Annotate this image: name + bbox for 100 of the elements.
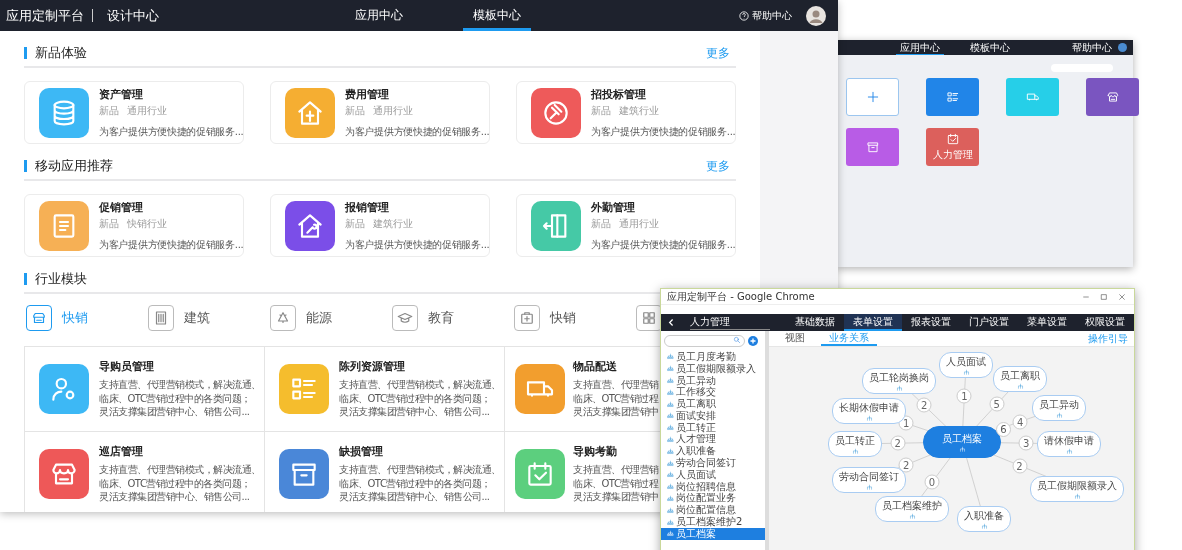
tree-item[interactable]: 员工档案 [661, 527, 765, 540]
app-tile[interactable] [1086, 78, 1139, 116]
relation-total: 6 [996, 422, 1011, 437]
settings-tab[interactable]: 报表设置 [902, 314, 960, 331]
module-title: 物品配送 [573, 359, 618, 375]
form-node[interactable]: 员工假期限额录入 [1030, 476, 1124, 502]
app-tile[interactable] [1006, 78, 1059, 116]
tree-item[interactable]: 入职准备 [661, 445, 765, 458]
card-title: 报销管理 [345, 199, 390, 215]
form-node[interactable]: 员工轮岗换岗 [862, 368, 936, 394]
app-tile[interactable] [846, 128, 899, 166]
form-node[interactable]: 入职准备 [957, 506, 1011, 532]
form-node[interactable]: 员工档案维护 [875, 496, 949, 522]
industry-tab[interactable]: 建筑 [146, 302, 268, 334]
card-title: 费用管理 [345, 86, 390, 102]
settings-tab[interactable]: 表单设置 [844, 314, 902, 331]
tree-item[interactable]: 人员面试 [661, 468, 765, 481]
avatar-icon[interactable] [806, 5, 826, 26]
app-glyph-icon [865, 140, 880, 154]
settings-tab[interactable]: 权限设置 [1076, 314, 1134, 331]
hierarchy-icon [1016, 383, 1024, 390]
tree-item[interactable]: 岗位配置业务 [661, 492, 765, 505]
card-tag: 通用行业 [619, 216, 659, 231]
module-card[interactable]: 巡店管理 支持直营、代理营销模式，解决流通、 临床、OTC营销过程中的各类问题； 灵活支撑集团营销中心、销售公司... [25, 432, 265, 512]
hierarchy-icon [667, 447, 674, 455]
hierarchy-icon [667, 400, 674, 408]
module-title: 导购员管理 [99, 359, 155, 375]
module-description: 灵活支撑集团营销中心、销售公司... [339, 490, 491, 504]
section-title: 行业模块 [35, 270, 87, 288]
help-icon [739, 10, 749, 21]
settings-tab[interactable]: 基础数据 [786, 314, 844, 331]
new-app-tile[interactable] [846, 78, 899, 116]
tree-item[interactable]: 员工月度考勤 [661, 351, 765, 363]
relation-count: 2 [890, 435, 906, 451]
card-tag: 快销行业 [127, 216, 167, 231]
tree-item[interactable]: 员工假期限额录入 [661, 362, 765, 375]
app-tile[interactable] [926, 78, 979, 116]
module-description: 灵活支撑集团营销中心、销售公司... [339, 405, 491, 419]
industry-tab[interactable]: 快销 [512, 302, 634, 334]
tree-item[interactable]: 岗位配置信息 [661, 504, 765, 517]
app-card[interactable]: 资产管理 新品 通用行业 为客户提供方便快捷的促销服务... [24, 81, 244, 144]
form-node[interactable]: 人员面试 [939, 352, 993, 378]
app-card[interactable]: 招投标管理 新品 建筑行业 为客户提供方便快捷的促销服务... [516, 81, 736, 144]
app-card[interactable]: 外勤管理 新品 通用行业 为客户提供方便快捷的促销服务... [516, 194, 736, 257]
module-title: 巡店管理 [99, 444, 144, 460]
relation-count: 5 [989, 396, 1005, 412]
tree-item[interactable]: 员工离职 [661, 398, 765, 410]
card-title: 资产管理 [99, 86, 144, 102]
help-link[interactable]: 帮助中心 [739, 8, 792, 23]
search-icon [733, 336, 741, 344]
back-icon[interactable] [667, 318, 676, 327]
add-icon[interactable] [748, 336, 758, 346]
tree-item[interactable]: 劳动合同签订 [661, 457, 765, 469]
hierarchy-icon [667, 530, 674, 538]
module-title: 导购考勤 [573, 444, 618, 460]
module-description: 支持直营、代理营销模式，解决流通、 [99, 463, 261, 477]
hierarchy-icon [865, 415, 873, 422]
tree-item[interactable]: 员工异动 [661, 374, 765, 387]
help-link[interactable]: 帮助中心 [1072, 40, 1112, 55]
industry-tab[interactable]: 能源 [268, 302, 390, 334]
module-card[interactable]: 陈列资源管理 支持直营、代理营销模式，解决流通、 临床、OTC营销过程中的各类问题； 灵活支撑集团营销中心、销售公司... [265, 347, 505, 432]
app-card[interactable]: 费用管理 新品 通用行业 为客户提供方便快捷的促销服务... [270, 81, 490, 144]
module-card[interactable]: 导购考勤 支持直营、代理营销 临床、OTC营销过程 灵活支撑集团营销中 [505, 432, 660, 512]
module-description: 支持直营、代理营销 [573, 463, 659, 477]
module-title: 缺损管理 [339, 444, 384, 460]
relation-count: 1 [956, 388, 972, 404]
tree-item[interactable]: 岗位招聘信息 [661, 480, 765, 493]
settings-tab[interactable]: 门户设置 [960, 314, 1018, 331]
card-tag: 建筑行业 [373, 216, 413, 231]
tree-item[interactable]: 员工档案维护2 [661, 516, 765, 528]
nav-tab[interactable]: 应用中心 [345, 0, 413, 31]
tree-item[interactable]: 人才管理 [661, 433, 765, 446]
form-node[interactable]: 员工离职 [993, 366, 1047, 392]
nav-tab[interactable]: 模板中心 [966, 40, 1014, 55]
center-node[interactable]: 员工档案 [923, 426, 1001, 458]
settings-tab[interactable]: 菜单设置 [1018, 314, 1076, 331]
section-title: 新品体验 [35, 44, 87, 62]
tree-item[interactable]: 工作移交 [661, 386, 765, 399]
tree-item[interactable]: 员工转正 [661, 421, 765, 434]
app-tile[interactable]: 人力管理 [926, 128, 979, 166]
view-tab[interactable]: 视图 [777, 331, 813, 346]
app-card[interactable]: 报销管理 新品 建筑行业 为客户提供方便快捷的促销服务... [270, 194, 490, 257]
industry-tab[interactable]: 教育 [390, 302, 512, 334]
form-node[interactable]: 请休假申请 [1037, 431, 1101, 457]
module-description: 临床、OTC营销过程中的各类问题； [339, 476, 492, 491]
module-card[interactable]: 缺损管理 支持直营、代理营销模式，解决流通、 临床、OTC营销过程中的各类问题； 灵活支撑集团营销中心、销售公司... [265, 432, 505, 512]
card-tag: 新品 [99, 103, 119, 118]
tree-item[interactable]: 面试安排 [661, 410, 765, 422]
card-title: 外勤管理 [591, 199, 636, 215]
hierarchy-icon [1055, 412, 1063, 419]
app-card[interactable]: 促销管理 新品 快销行业 为客户提供方便快捷的促销服务... [24, 194, 244, 257]
form-node[interactable]: 员工异动 [1032, 395, 1086, 421]
form-node[interactable]: 员工转正 [828, 431, 882, 457]
nav-tab[interactable]: 应用中心 [896, 40, 944, 55]
module-card[interactable]: 物品配送 支持直营、代理营销 临床、OTC营销过程 灵活支撑集团营销中 [505, 347, 660, 432]
hierarchy-icon [667, 424, 674, 432]
module-card[interactable]: 导购员管理 支持直营、代理营销模式，解决流通、 临床、OTC营销过程中的各类问题； 灵活支撑集团营销中心、销售公司... [25, 347, 265, 432]
hierarchy-icon [667, 459, 674, 467]
section-title: 移动应用推荐 [35, 157, 113, 175]
window-title: 应用定制平台 - Google Chrome [667, 289, 815, 304]
